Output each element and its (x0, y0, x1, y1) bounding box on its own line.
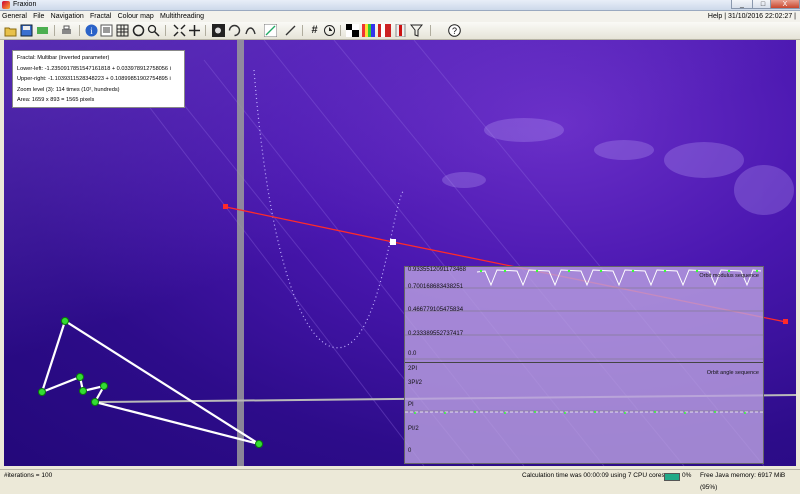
separator (205, 25, 206, 36)
separator (302, 25, 303, 36)
save-icon[interactable] (20, 24, 33, 37)
print-icon[interactable] (60, 24, 73, 37)
angle-label-3pi2: 3PI/2 (408, 380, 423, 386)
brush-icon[interactable] (394, 23, 407, 38)
orbit-angle-title: Orbit angle sequence (706, 370, 759, 376)
angle-grid (405, 410, 763, 414)
app-icon (2, 1, 10, 9)
separator (54, 25, 55, 36)
info-area: Area: 1659 x 893 = 1565 pixels (17, 97, 95, 103)
text-icon[interactable] (100, 24, 113, 37)
modulus-label-max: 0.9335512091173468 (408, 267, 466, 273)
menu-bar: General File Navigation Fractal Colour m… (0, 11, 800, 22)
menu-general[interactable]: General (0, 11, 29, 22)
minimize-button[interactable]: _ (731, 0, 753, 9)
info-zoom: Zoom level (3): 114 times (10², hundreds… (17, 86, 120, 93)
help-icon[interactable]: ? (448, 24, 461, 37)
clock-icon[interactable] (323, 24, 336, 37)
toolbar: i # ? (0, 22, 800, 40)
calc-time-status: Calculation time was 00:00:09 using 7 CP… (522, 472, 665, 479)
separator (79, 25, 80, 36)
orbit-icon[interactable] (132, 24, 145, 37)
separator (430, 25, 431, 36)
menu-navigation[interactable]: Navigation (49, 11, 86, 22)
orbit-angle-plot: 2PI 3PI/2 PI PI/2 0 Orbit angle sequence (405, 364, 763, 459)
angle-label-0: 0 (408, 448, 412, 454)
angle-label-pi2: PI/2 (408, 426, 419, 432)
window-title: Fraxion (13, 1, 37, 8)
modulus-label-1: 0.233389552737417 (408, 331, 464, 337)
separator (340, 25, 341, 36)
menu-colour-map[interactable]: Colour map (116, 11, 156, 22)
fractal-2-icon[interactable] (228, 24, 241, 37)
angle-label-2pi: 2PI (408, 366, 418, 372)
info-icon[interactable]: i (85, 24, 98, 37)
svg-text:?: ? (452, 26, 457, 36)
orbit-modulus-plot: 0.9335512091173468 0.700168683438251 0.4… (405, 267, 763, 362)
hash-icon[interactable]: # (308, 24, 321, 37)
fractal-1-icon[interactable] (212, 24, 225, 37)
info-upper-right: Upper-right: -1.1039311528348223 + 0.108… (17, 76, 171, 82)
memory-bar-icon (664, 473, 680, 481)
pattern-icon[interactable] (346, 24, 359, 37)
export-icon[interactable] (36, 24, 49, 37)
palette-icon[interactable] (362, 24, 375, 37)
help-and-date[interactable]: Help | 31/10/2016 22:02:27 | (708, 11, 796, 22)
info-fractal: Fractal: Multibar (inverted parameter) (17, 55, 110, 61)
menu-multithreading[interactable]: Multithreading (158, 11, 206, 22)
line-icon[interactable] (263, 23, 278, 38)
angle-label-pi: PI (408, 402, 414, 408)
orbit-divider (405, 362, 763, 363)
fit-icon[interactable] (173, 24, 186, 37)
colours-icon[interactable] (378, 24, 391, 37)
menu-file[interactable]: File (31, 11, 46, 22)
percent-status: 0% (682, 472, 692, 479)
open-icon[interactable] (4, 24, 17, 37)
fractal-3-icon[interactable] (244, 24, 257, 37)
close-button[interactable]: X (770, 0, 800, 9)
line-icon-2[interactable] (284, 24, 297, 37)
fractal-canvas[interactable]: Fractal: Multibar (inverted parameter) L… (4, 40, 796, 466)
status-bar: #iterations = 100 Calculation time was 0… (0, 469, 800, 491)
orbit-modulus-title: Orbit modulus sequence (699, 273, 759, 279)
orbit-panel: 0.9335512091173468 0.700168683438251 0.4… (404, 266, 764, 464)
cross-icon[interactable] (188, 24, 201, 37)
modulus-label-2: 0.466779105475834 (408, 307, 464, 313)
separator (165, 25, 166, 36)
memory-status: Free Java memory: 6917 MiB (95%) (700, 472, 786, 491)
modulus-grid (405, 269, 763, 360)
modulus-label-3: 0.700168683438251 (408, 284, 464, 290)
grid-icon[interactable] (116, 24, 129, 37)
zoom-icon[interactable] (147, 24, 160, 37)
fractal-info-panel: Fractal: Multibar (inverted parameter) L… (12, 50, 185, 108)
title-bar: Fraxion _ □ X (0, 0, 800, 11)
modulus-label-0: 0.0 (408, 351, 417, 357)
menu-fractal[interactable]: Fractal (88, 11, 113, 22)
info-lower-left: Lower-left: -1.2350917851547161818 + 0.0… (17, 65, 171, 72)
iterations-status: #iterations = 100 (4, 472, 53, 479)
filter-icon[interactable] (409, 24, 424, 37)
